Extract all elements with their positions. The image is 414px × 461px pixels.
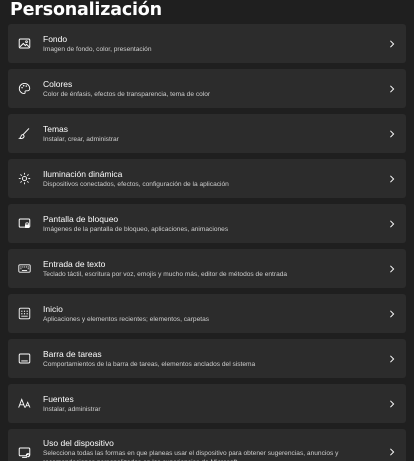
lighting-icon bbox=[18, 172, 31, 185]
chevron-right-icon bbox=[388, 264, 396, 273]
image-icon bbox=[18, 37, 31, 50]
settings-item-label: Pantalla de bloqueo bbox=[43, 213, 119, 224]
settings-item-barra-de-tareas[interactable]: Barra de tareas Comportamientos de la ba… bbox=[8, 339, 406, 378]
chevron-right-icon bbox=[388, 39, 396, 48]
page-title: Personalización bbox=[10, 0, 162, 20]
start-icon bbox=[18, 307, 31, 320]
settings-item-description: Aplicaciones y elementos recientes; elem… bbox=[43, 315, 210, 323]
settings-item-label: Temas bbox=[43, 123, 69, 134]
settings-item-fondo[interactable]: Fondo Imagen de fondo, color, presentaci… bbox=[8, 24, 406, 63]
settings-item-description: Selecciona todas las formas en que plane… bbox=[43, 449, 339, 461]
settings-item-label: Entrada de texto bbox=[43, 258, 106, 269]
taskbar-icon bbox=[18, 352, 31, 365]
settings-item-description: Teclado táctil, escritura por voz, emoji… bbox=[43, 270, 288, 278]
device-usage-icon bbox=[18, 446, 31, 459]
settings-item-label: Inicio bbox=[43, 303, 63, 314]
settings-item-label: Colores bbox=[43, 78, 73, 89]
settings-item-pantalla-de-bloqueo[interactable]: Pantalla de bloqueo Imágenes de la panta… bbox=[8, 204, 406, 243]
settings-item-uso-del-dispositivo[interactable]: Uso del dispositivo Selecciona todas las… bbox=[8, 429, 406, 461]
settings-item-label: Uso del dispositivo bbox=[43, 437, 114, 448]
settings-item-description: Color de énfasis, efectos de transparenc… bbox=[43, 90, 211, 98]
brush-icon bbox=[18, 127, 31, 140]
lock-screen-icon bbox=[18, 217, 31, 230]
settings-item-description: Instalar, crear, administrar bbox=[43, 135, 119, 143]
chevron-right-icon bbox=[388, 84, 396, 93]
chevron-right-icon bbox=[388, 399, 396, 408]
chevron-right-icon bbox=[388, 174, 396, 183]
chevron-right-icon bbox=[388, 448, 396, 456]
settings-item-entrada-de-texto[interactable]: Entrada de texto Teclado táctil, escritu… bbox=[8, 249, 406, 288]
settings-item-description: Comportamientos de la barra de tareas, e… bbox=[43, 360, 256, 368]
chevron-right-icon bbox=[388, 219, 396, 228]
palette-icon bbox=[18, 82, 31, 95]
settings-item-temas[interactable]: Temas Instalar, crear, administrar bbox=[8, 114, 406, 153]
chevron-right-icon bbox=[388, 309, 396, 318]
settings-item-label: Fondo bbox=[43, 33, 68, 44]
settings-item-description: Instalar, administrar bbox=[43, 405, 101, 413]
settings-item-description: Imagen de fondo, color, presentación bbox=[43, 45, 152, 53]
settings-item-colores[interactable]: Colores Color de énfasis, efectos de tra… bbox=[8, 69, 406, 108]
keyboard-icon bbox=[18, 262, 31, 275]
settings-page: Personalización Fondo Imagen de fondo, c… bbox=[0, 0, 414, 461]
settings-item-label: Fuentes bbox=[43, 393, 74, 404]
settings-item-label: Barra de tareas bbox=[43, 348, 102, 359]
settings-list: Fondo Imagen de fondo, color, presentaci… bbox=[8, 24, 406, 461]
settings-item-fuentes[interactable]: Fuentes Instalar, administrar bbox=[8, 384, 406, 423]
settings-item-label: Iluminación dinámica bbox=[43, 168, 123, 179]
settings-item-description: Imágenes de la pantalla de bloqueo, apli… bbox=[43, 225, 229, 233]
settings-item-description: Dispositivos conectados, efectos, config… bbox=[43, 180, 229, 188]
settings-item-iluminacion-dinamica[interactable]: Iluminación dinámica Dispositivos conect… bbox=[8, 159, 406, 198]
fonts-icon bbox=[18, 397, 31, 410]
chevron-right-icon bbox=[388, 129, 396, 138]
settings-item-inicio[interactable]: Inicio Aplicaciones y elementos reciente… bbox=[8, 294, 406, 333]
chevron-right-icon bbox=[388, 354, 396, 363]
